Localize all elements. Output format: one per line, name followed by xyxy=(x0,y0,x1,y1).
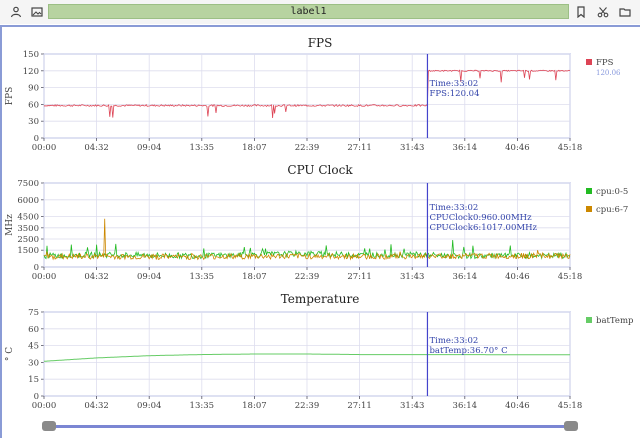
x-tick-label: 45:18 xyxy=(558,401,583,411)
cursor-annotation: Time:33:02 xyxy=(429,203,478,213)
legend-swatch xyxy=(586,317,592,323)
x-tick-label: 22:39 xyxy=(295,272,320,282)
cursor-annotation: batTemp:36.70° C xyxy=(429,346,507,356)
person-icon[interactable] xyxy=(8,4,24,20)
scissors-icon[interactable] xyxy=(595,4,611,20)
slider-end-handle[interactable] xyxy=(564,421,578,431)
x-tick-label: 09:04 xyxy=(137,401,162,411)
y-tick-label: 1500 xyxy=(17,246,39,256)
x-tick-label: 04:32 xyxy=(84,143,109,153)
cursor-annotation: Time:33:02 xyxy=(429,79,478,89)
y-axis-label: FPS xyxy=(5,87,15,105)
x-tick-label: 31:43 xyxy=(400,272,425,282)
x-tick-label: 22:39 xyxy=(295,401,320,411)
x-tick-label: 09:04 xyxy=(137,143,162,153)
charts-area: FPS030609012015000:00 04:32 09:04 13:35 18:0… xyxy=(5,36,634,411)
y-tick-label: 2500 xyxy=(17,235,39,245)
y-tick-label: 4500 xyxy=(17,213,39,223)
image-icon[interactable] xyxy=(29,4,45,20)
cursor-annotation: CPUClock0:960.00MHz xyxy=(429,213,532,223)
x-tick-label: 27:11 xyxy=(347,272,372,282)
x-tick-label: 13:35 xyxy=(190,143,215,153)
y-tick-label: 45 xyxy=(28,342,39,352)
x-tick-label: 45:18 xyxy=(558,143,583,153)
x-tick-label: 36:14 xyxy=(453,143,478,153)
x-tick-label: 00:00 xyxy=(32,401,57,411)
legend-label: cpu:0-5 xyxy=(596,187,628,197)
cursor-annotation: CPUClock6:1017.00MHz xyxy=(429,223,537,233)
slider-start-handle[interactable] xyxy=(42,421,56,431)
chart-title: Temperature xyxy=(281,292,360,306)
y-tick-label: 7500 xyxy=(17,179,39,189)
y-tick-label: 120 xyxy=(23,67,39,77)
y-tick-label: 6000 xyxy=(17,196,39,206)
chart-title: CPU Clock xyxy=(287,163,353,177)
y-axis-label: ° C xyxy=(5,347,15,361)
y-tick-label: 150 xyxy=(23,50,39,60)
x-tick-label: 36:14 xyxy=(453,272,478,282)
x-tick-label: 27:11 xyxy=(347,143,372,153)
x-tick-label: 00:00 xyxy=(32,143,57,153)
chart-title: FPS xyxy=(308,36,333,50)
x-tick-label: 13:35 xyxy=(190,401,215,411)
toolbar: label1 xyxy=(0,0,640,24)
y-tick-label: 3500 xyxy=(17,224,39,234)
y-tick-label: 15 xyxy=(28,375,39,385)
legend-value: 120.06 xyxy=(596,69,621,77)
x-tick-label: 40:46 xyxy=(505,143,530,153)
x-tick-label: 31:43 xyxy=(400,401,425,411)
legend-swatch xyxy=(586,59,592,65)
x-tick-label: 36:14 xyxy=(453,401,478,411)
folder-icon[interactable] xyxy=(617,4,633,20)
x-tick-label: 31:43 xyxy=(400,143,425,153)
x-tick-label: 18:07 xyxy=(242,272,267,282)
y-tick-label: 30 xyxy=(28,358,39,368)
cursor-annotation: Time:33:02 xyxy=(429,336,478,346)
x-tick-label: 00:00 xyxy=(32,272,57,282)
legend-label: batTemp xyxy=(596,316,634,326)
x-tick-label: 40:46 xyxy=(505,272,530,282)
x-tick-label: 04:32 xyxy=(84,272,109,282)
x-tick-label: 09:04 xyxy=(137,272,162,282)
y-axis-label: MHz xyxy=(5,214,15,236)
x-tick-label: 13:35 xyxy=(190,272,215,282)
y-tick-label: 90 xyxy=(28,84,39,94)
cursor-annotation: FPS:120.04 xyxy=(429,89,479,99)
x-tick-label: 22:39 xyxy=(295,143,320,153)
x-tick-label: 04:32 xyxy=(84,401,109,411)
x-tick-label: 40:46 xyxy=(505,401,530,411)
x-tick-label: 18:07 xyxy=(242,401,267,411)
x-tick-label: 45:18 xyxy=(558,272,583,282)
time-range-slider[interactable] xyxy=(46,425,576,428)
y-tick-label: 60 xyxy=(28,100,39,110)
legend-label: FPS xyxy=(596,58,614,68)
y-tick-label: 75 xyxy=(28,308,39,318)
legend-swatch xyxy=(586,188,592,194)
label-field: label1 xyxy=(48,4,569,19)
x-tick-label: 18:07 xyxy=(242,143,267,153)
y-tick-label: 30 xyxy=(28,117,39,127)
y-tick-label: 60 xyxy=(28,325,39,335)
bookmark-icon[interactable] xyxy=(573,4,589,20)
x-tick-label: 27:11 xyxy=(347,401,372,411)
legend-swatch xyxy=(586,206,592,212)
legend-label: cpu:6-7 xyxy=(596,205,628,215)
